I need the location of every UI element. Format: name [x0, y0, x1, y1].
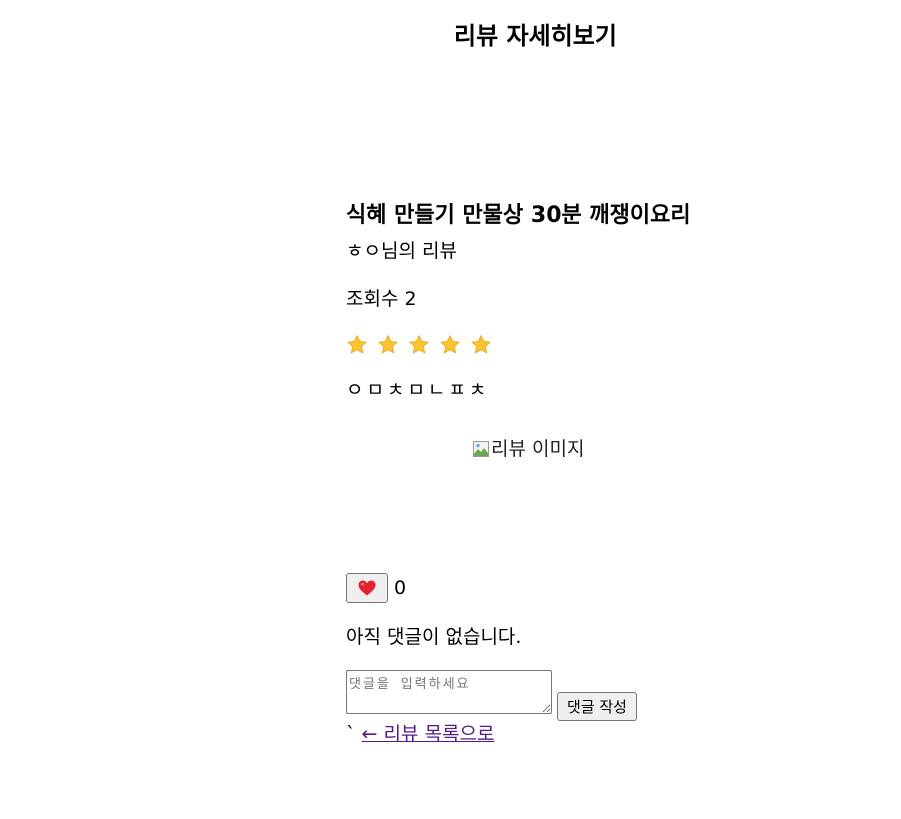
star-icon [440, 335, 460, 354]
review-author: ㅎㅇ님의 리뷰 [346, 240, 457, 262]
review-body: ㅇㅁㅊㅁㄴㅍㅊ [346, 379, 490, 401]
broken-image-icon [473, 441, 489, 457]
back-to-list-link[interactable]: ← 리뷰 목록으로 [362, 723, 495, 745]
page-title: 리뷰 자세히보기 [454, 22, 617, 50]
comment-input[interactable] [346, 670, 552, 714]
like-button[interactable] [346, 573, 388, 603]
review-image-alt: 리뷰 이미지 [491, 438, 585, 460]
star-icon [378, 335, 398, 354]
star-icon [471, 335, 491, 354]
review-image: 리뷰 이미지 [473, 436, 585, 463]
like-count: 0 [394, 577, 407, 599]
rating-stars [346, 333, 492, 357]
like-row: 0 [346, 573, 406, 603]
star-icon [409, 335, 429, 354]
no-comments-message: 아직 댓글이 없습니다. [346, 626, 522, 648]
comment-form: 댓글 작성 [346, 670, 637, 721]
recipe-title: 식혜 만들기 만물상 30분 깨쟁이요리 [346, 203, 691, 229]
back-row: ` ← 리뷰 목록으로 [346, 721, 494, 747]
stray-backtick: ` [346, 723, 356, 745]
submit-comment-button[interactable]: 댓글 작성 [557, 692, 637, 721]
star-icon [347, 335, 367, 354]
heart-icon [358, 580, 376, 596]
view-count: 조회수 2 [346, 288, 417, 310]
